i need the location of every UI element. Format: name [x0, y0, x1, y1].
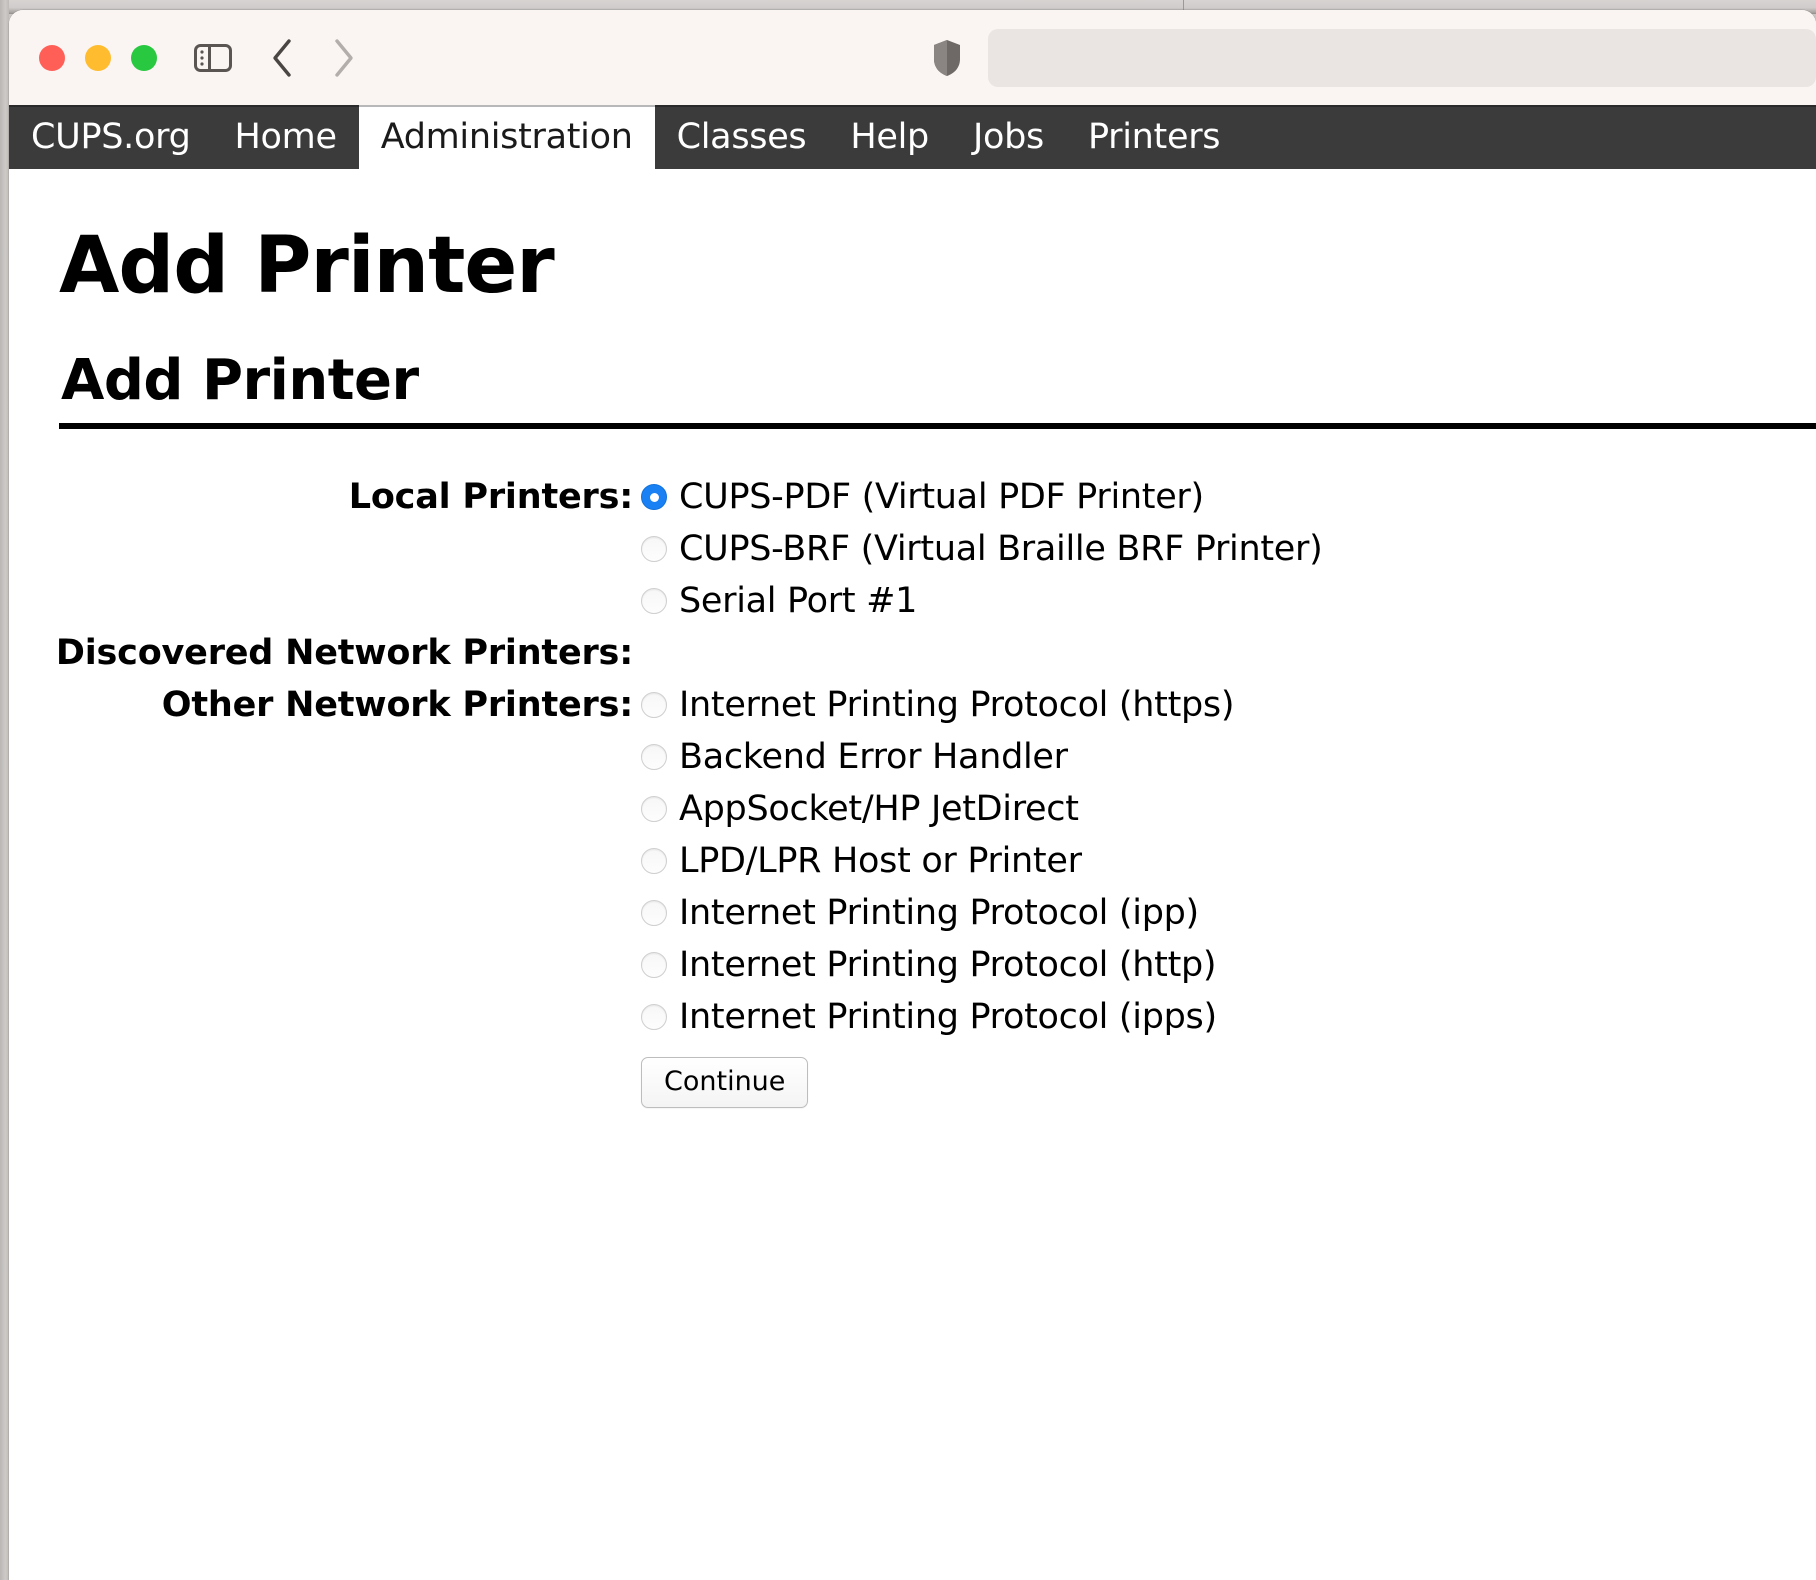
radio-label: Serial Port #1: [679, 580, 918, 621]
desktop-background: CUPS.org Home Administration Classes Hel…: [0, 0, 1816, 1580]
radio-option-cups-brf[interactable]: CUPS-BRF (Virtual Braille BRF Printer): [641, 523, 1816, 575]
radio-option-lpd-lpr[interactable]: LPD/LPR Host or Printer: [641, 835, 1816, 887]
radio-option-appsocket-jetdirect[interactable]: AppSocket/HP JetDirect: [641, 783, 1816, 835]
radio-button-icon[interactable]: [641, 952, 667, 978]
radio-option-ipp[interactable]: Internet Printing Protocol (ipp): [641, 887, 1816, 939]
continue-button[interactable]: Continue: [641, 1057, 809, 1108]
back-button[interactable]: [260, 35, 306, 81]
nav-item-jobs[interactable]: Jobs: [951, 105, 1066, 169]
radio-button-icon[interactable]: [641, 1004, 667, 1030]
window-controls: [39, 44, 157, 71]
nav-item-administration[interactable]: Administration: [358, 105, 655, 169]
radio-button-icon[interactable]: [641, 692, 667, 718]
radio-button-icon[interactable]: [641, 796, 667, 822]
cups-navigation-bar: CUPS.org Home Administration Classes Hel…: [9, 105, 1816, 169]
radio-label: Internet Printing Protocol (https): [679, 684, 1235, 725]
options-other-network-printers: Internet Printing Protocol (https) Backe…: [641, 679, 1816, 1108]
radio-button-icon[interactable]: [641, 744, 667, 770]
radio-button-icon[interactable]: [641, 900, 667, 926]
options-local-printers: CUPS-PDF (Virtual PDF Printer) CUPS-BRF …: [641, 471, 1816, 627]
label-other-network-printers: Other Network Printers:: [161, 685, 633, 725]
radio-button-selected-icon[interactable]: [641, 484, 667, 510]
form-row-other-network-printers: Other Network Printers: Internet Printin…: [9, 679, 1816, 1108]
nav-item-help[interactable]: Help: [828, 105, 951, 169]
desktop-left-edge: [0, 0, 9, 1580]
label-local-printers: Local Printers:: [348, 477, 633, 517]
section-heading: Add Printer: [61, 348, 419, 413]
form-actions: Continue: [641, 1043, 1816, 1108]
label-discovered-network-printers: Discovered Network Printers:: [55, 633, 633, 673]
radio-label: Internet Printing Protocol (http): [679, 944, 1217, 985]
radio-label: Internet Printing Protocol (ipp): [679, 892, 1199, 933]
form-row-local-printers: Local Printers: CUPS-PDF (Virtual PDF Pr…: [9, 471, 1816, 627]
browser-window: CUPS.org Home Administration Classes Hel…: [9, 10, 1816, 1580]
page-right-gutter: [1812, 105, 1816, 1580]
nav-item-cups-org[interactable]: CUPS.org: [9, 105, 213, 169]
radio-option-ipp-https[interactable]: Internet Printing Protocol (https): [641, 679, 1816, 731]
section-header: Add Printer: [9, 305, 1816, 429]
zoom-window-button[interactable]: [131, 44, 157, 71]
radio-button-icon[interactable]: [641, 848, 667, 874]
radio-label: CUPS-BRF (Virtual Braille BRF Printer): [679, 528, 1323, 569]
nav-item-printers[interactable]: Printers: [1066, 105, 1242, 169]
page-content: Add Printer Add Printer Local Printers: …: [9, 169, 1816, 1580]
radio-option-serial-port-1[interactable]: Serial Port #1: [641, 575, 1816, 627]
minimize-window-button[interactable]: [85, 44, 111, 71]
form-row-discovered-network-printers: Discovered Network Printers:: [9, 627, 1816, 679]
radio-label: Backend Error Handler: [679, 736, 1068, 777]
radio-label: CUPS-PDF (Virtual PDF Printer): [679, 476, 1204, 517]
page-viewport: CUPS.org Home Administration Classes Hel…: [9, 105, 1816, 1580]
page-title: Add Printer: [59, 221, 555, 311]
add-printer-form: Local Printers: CUPS-PDF (Virtual PDF Pr…: [9, 429, 1816, 1108]
radio-option-ipps[interactable]: Internet Printing Protocol (ipps): [641, 991, 1816, 1043]
radio-option-ipp-http[interactable]: Internet Printing Protocol (http): [641, 939, 1816, 991]
radio-option-cups-pdf[interactable]: CUPS-PDF (Virtual PDF Printer): [641, 471, 1816, 523]
radio-button-icon[interactable]: [641, 536, 667, 562]
radio-option-backend-error-handler[interactable]: Backend Error Handler: [641, 731, 1816, 783]
sidebar-toggle-icon[interactable]: [190, 35, 236, 81]
shield-icon[interactable]: [924, 35, 970, 81]
radio-button-icon[interactable]: [641, 588, 667, 614]
forward-button[interactable]: [320, 35, 366, 81]
radio-label: LPD/LPR Host or Printer: [679, 840, 1082, 881]
navigation-arrows: [260, 35, 366, 81]
nav-item-classes[interactable]: Classes: [655, 105, 829, 169]
browser-toolbar: [9, 10, 1816, 105]
address-bar-input[interactable]: [988, 28, 1816, 87]
close-window-button[interactable]: [39, 44, 65, 71]
nav-item-home[interactable]: Home: [213, 105, 359, 169]
radio-label: Internet Printing Protocol (ipps): [679, 996, 1217, 1037]
radio-label: AppSocket/HP JetDirect: [679, 788, 1079, 829]
